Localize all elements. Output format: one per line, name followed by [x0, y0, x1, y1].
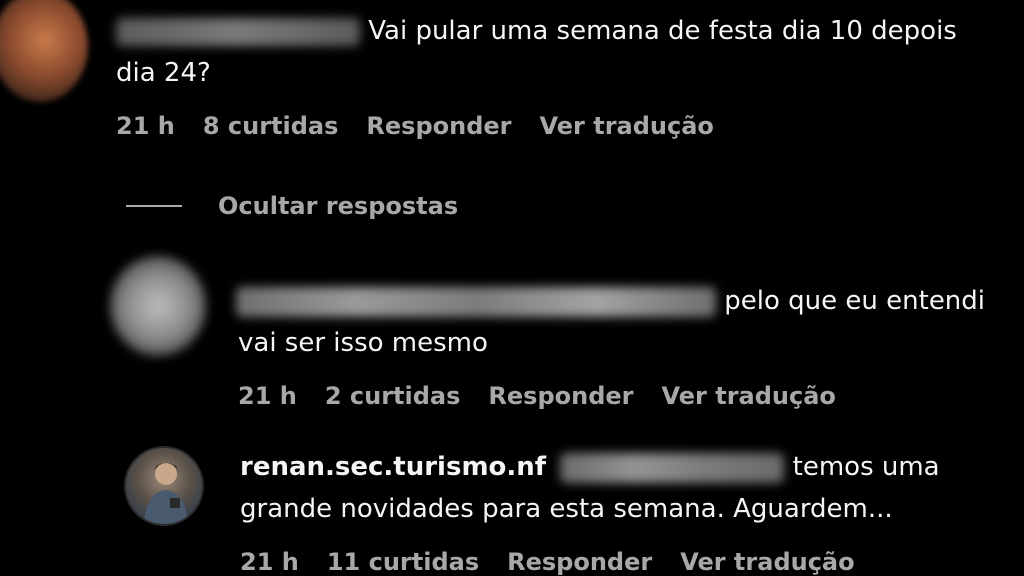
comment-text: Vai pular uma semana de festa dia 10 dep… [116, 10, 957, 52]
person-photo-icon [144, 463, 188, 524]
avatar[interactable] [0, 0, 88, 102]
translate-button[interactable]: Ver tradução [540, 112, 714, 140]
comment-text: pelo que eu entendi [236, 280, 985, 322]
replies-toggle-row: Ocultar respostas [126, 192, 458, 220]
comment-meta: 21 h 2 curtidas Responder Ver tradução [238, 382, 864, 410]
avatar[interactable] [124, 446, 204, 526]
comment-text-continued: grande novidades para esta semana. Aguar… [240, 494, 893, 524]
timestamp: 21 h [240, 548, 299, 576]
reply-button[interactable]: Responder [488, 382, 633, 410]
comment-text: renan.sec.turismo.nf temos uma [240, 452, 940, 483]
reply-button[interactable]: Responder [366, 112, 511, 140]
comment-meta: 21 h 11 curtidas Responder Ver tradução [240, 548, 883, 576]
avatar[interactable] [110, 256, 206, 356]
blurred-username[interactable] [236, 286, 716, 317]
likes-count[interactable]: 11 curtidas [327, 548, 479, 576]
likes-count[interactable]: 2 curtidas [325, 382, 461, 410]
comment-meta: 21 h 8 curtidas Responder Ver tradução [116, 112, 742, 140]
timestamp: 21 h [238, 382, 297, 410]
reply-button[interactable]: Responder [507, 548, 652, 576]
timestamp: 21 h [116, 112, 175, 140]
hide-replies-button[interactable]: Ocultar respostas [218, 192, 458, 220]
translate-button[interactable]: Ver tradução [662, 382, 836, 410]
blurred-username[interactable] [116, 17, 360, 46]
comment-text-continued: dia 24? [116, 58, 211, 88]
translate-button[interactable]: Ver tradução [680, 548, 854, 576]
comment-text-continued: vai ser isso mesmo [238, 328, 488, 358]
divider [126, 205, 182, 207]
likes-count[interactable]: 8 curtidas [203, 112, 339, 140]
username-link[interactable]: renan.sec.turismo.nf [240, 452, 546, 482]
blurred-mention[interactable] [560, 452, 785, 483]
